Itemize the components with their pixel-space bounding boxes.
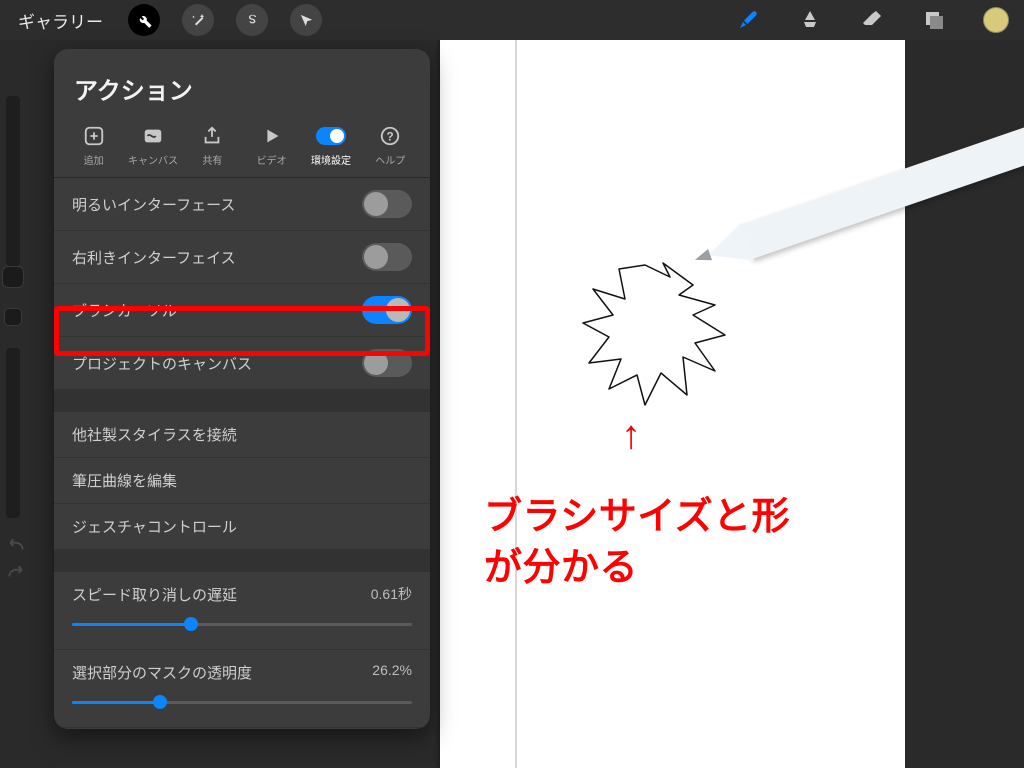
row-light-interface[interactable]: 明るいインターフェース xyxy=(54,178,430,231)
row-label: 筆圧曲線を編集 xyxy=(72,470,177,491)
row-label: ブラシカーソル xyxy=(72,300,177,321)
row-undo-delay[interactable]: スピード取り消しの遅延 0.61秒 xyxy=(54,572,430,650)
separator xyxy=(54,390,430,412)
top-right-icons xyxy=(734,0,1010,40)
row-label: 右利きインターフェイス xyxy=(72,247,236,268)
brush-size-slider[interactable] xyxy=(6,96,20,266)
redo-button[interactable] xyxy=(6,565,26,586)
separator xyxy=(54,550,430,572)
toggle-right-hand[interactable] xyxy=(362,243,412,271)
tab-add[interactable]: 追加 xyxy=(64,122,123,169)
row-value: 26.2% xyxy=(372,662,412,683)
undo-button[interactable] xyxy=(6,538,26,559)
eraser-icon xyxy=(860,8,884,32)
canvas-icon xyxy=(142,125,164,147)
row-brush-cursor[interactable]: ブラシカーソル xyxy=(54,284,430,337)
popover-title: アクション xyxy=(54,49,430,116)
top-left-icons xyxy=(117,0,333,40)
row-label: 明るいインターフェース xyxy=(72,194,235,215)
tab-help[interactable]: ? ヘルプ xyxy=(361,122,420,169)
annotation-arrow: ↑ xyxy=(621,415,641,455)
wrench-icon xyxy=(136,12,153,29)
row-label: ジェスチャコントロール xyxy=(72,516,237,537)
tab-label: ビデオ xyxy=(257,152,287,167)
brush-icon xyxy=(736,8,760,32)
share-icon xyxy=(201,125,223,147)
toggle-light-interface[interactable] xyxy=(362,190,412,218)
tab-canvas[interactable]: キャンバス xyxy=(123,122,182,169)
actions-tabs: 追加 キャンバス 共有 ビデオ 環境設定 ? ヘルプ xyxy=(54,116,430,178)
actions-button[interactable] xyxy=(117,0,171,40)
row-value: 0.61秒 xyxy=(371,584,412,605)
tab-label: 共有 xyxy=(202,152,222,167)
tab-label: ヘルプ xyxy=(375,152,405,167)
brush-tool[interactable] xyxy=(734,6,762,34)
row-right-hand[interactable]: 右利きインターフェイス xyxy=(54,231,430,284)
gallery-button[interactable]: ギャラリー xyxy=(0,8,117,33)
toggle-brush-cursor[interactable] xyxy=(362,296,412,324)
row-project-canvas[interactable]: プロジェクトのキャンバス xyxy=(54,337,430,390)
tab-label: 追加 xyxy=(84,152,104,167)
row-mask-opacity[interactable]: 選択部分のマスクの透明度 26.2% xyxy=(54,650,430,728)
tab-label: キャンバス xyxy=(128,152,178,167)
annotation-caption: ブラシサイズと形が分かる xyxy=(484,492,790,595)
toggle-icon xyxy=(316,127,346,145)
slider-thumb[interactable] xyxy=(2,266,24,288)
transform-button[interactable] xyxy=(279,0,333,40)
row-label: プロジェクトのキャンバス xyxy=(72,353,252,374)
tab-share[interactable]: 共有 xyxy=(183,122,242,169)
smudge-tool[interactable] xyxy=(796,6,824,34)
slider-undo-delay[interactable] xyxy=(72,615,412,633)
play-icon xyxy=(261,125,283,147)
help-icon: ? xyxy=(379,125,401,147)
color-button[interactable] xyxy=(982,6,1010,34)
tab-preferences[interactable]: 環境設定 xyxy=(301,122,360,169)
tab-label: 環境設定 xyxy=(311,152,351,167)
modify-button[interactable] xyxy=(4,308,22,326)
arrow-icon xyxy=(298,12,315,29)
smudge-icon xyxy=(798,8,822,32)
wand-icon xyxy=(190,12,207,29)
row-label: スピード取り消しの遅延 xyxy=(72,584,237,605)
plus-box-icon xyxy=(83,125,105,147)
tab-video[interactable]: ビデオ xyxy=(242,122,301,169)
canvas-divider xyxy=(515,40,517,768)
brush-opacity-slider[interactable] xyxy=(6,348,20,518)
eraser-tool[interactable] xyxy=(858,6,886,34)
actions-popover: アクション 追加 キャンバス 共有 ビデオ 環境設定 ? ヘルプ 明るいインター… xyxy=(54,49,430,729)
layers-button[interactable] xyxy=(920,6,948,34)
undo-redo xyxy=(6,532,26,592)
slider-mask-opacity[interactable] xyxy=(72,693,412,711)
layers-icon xyxy=(922,8,946,32)
row-pressure-curve[interactable]: 筆圧曲線を編集 xyxy=(54,458,430,504)
row-connect-stylus[interactable]: 他社製スタイラスを接続 xyxy=(54,412,430,458)
adjustments-button[interactable] xyxy=(171,0,225,40)
selection-button[interactable] xyxy=(225,0,279,40)
svg-text:?: ? xyxy=(387,130,394,144)
color-swatch xyxy=(983,7,1009,33)
preferences-list: 明るいインターフェース 右利きインターフェイス ブラシカーソル プロジェクトのキ… xyxy=(54,178,430,728)
row-label: 他社製スタイラスを接続 xyxy=(72,424,237,445)
s-icon xyxy=(244,12,261,29)
top-toolbar: ギャラリー xyxy=(0,0,1024,40)
row-gesture-control[interactable]: ジェスチャコントロール xyxy=(54,504,430,550)
toggle-project-canvas[interactable] xyxy=(362,349,412,377)
row-label: 選択部分のマスクの透明度 xyxy=(72,662,252,683)
